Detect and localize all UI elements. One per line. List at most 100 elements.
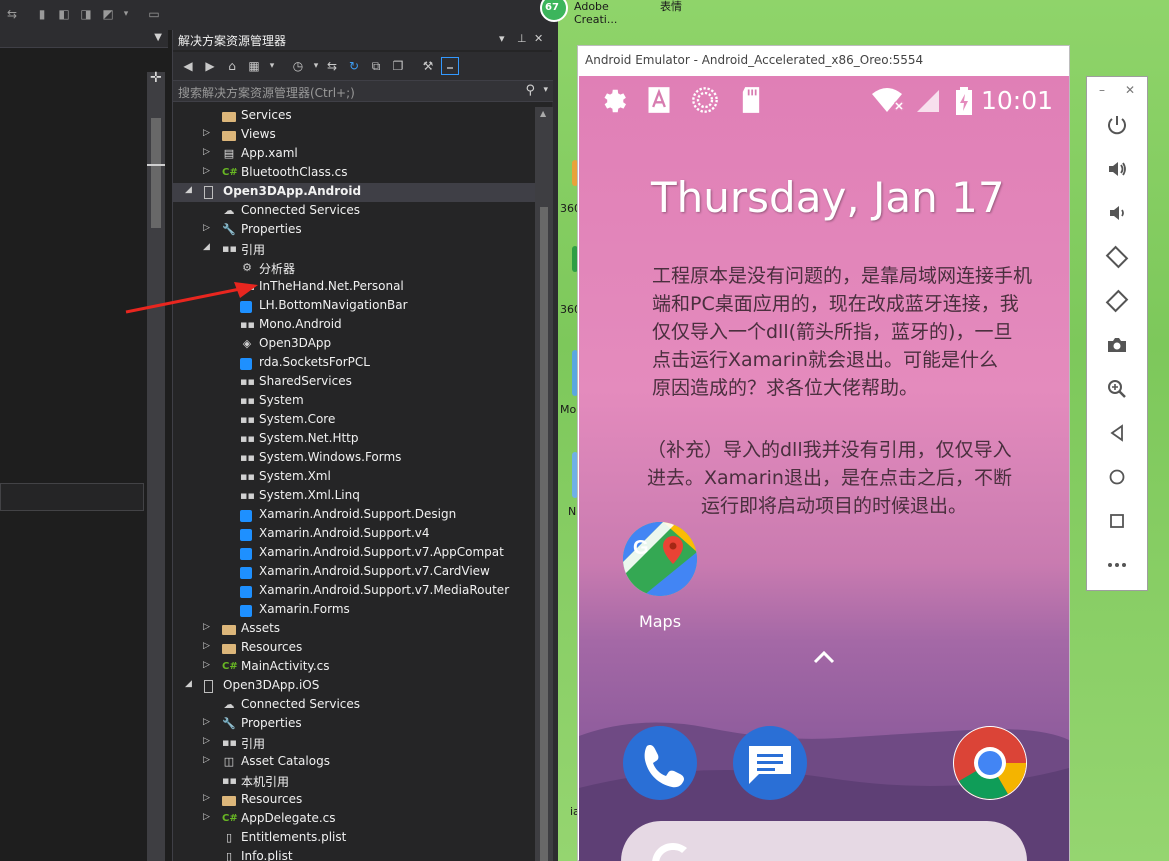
tree-item[interactable]: ▪▪ System.Net.Http <box>173 430 535 449</box>
chevron-down-icon[interactable]: ▾ <box>543 85 548 95</box>
expand-arrow-icon[interactable]: ▷ <box>203 641 213 651</box>
rotate-right-icon[interactable] <box>1105 289 1129 313</box>
tree-item[interactable]: ◢ Open3DApp.iOS <box>173 677 535 696</box>
sync-icon[interactable]: ⇆ <box>323 57 341 75</box>
tree-scrollbar[interactable]: ▲ <box>535 107 553 861</box>
chevron-down-icon[interactable]: ▼ <box>154 32 162 43</box>
expand-arrow-icon[interactable]: ▷ <box>203 223 213 233</box>
camera-icon[interactable] <box>1105 333 1129 357</box>
tree-item[interactable]: ▷ Resources <box>173 791 535 810</box>
collapse-arrow-icon[interactable]: ◢ <box>203 242 213 252</box>
home-icon[interactable]: ⌂ <box>223 57 241 75</box>
switch-views-icon[interactable]: ▦ <box>245 57 263 75</box>
desktop-icon-emoji[interactable]: 表情 <box>660 0 682 13</box>
home-icon[interactable] <box>1105 465 1129 489</box>
editor-scrollbar[interactable]: ✛ <box>147 70 165 861</box>
overview-icon[interactable] <box>1105 509 1129 533</box>
tree-item[interactable]: ▷ Resources <box>173 639 535 658</box>
bookmark-prev-icon[interactable]: ◧ <box>56 6 72 22</box>
desktop-icon-adobe[interactable]: Adobe Creati... <box>574 0 624 26</box>
toolbar-file-icon[interactable]: ▭ <box>146 6 162 22</box>
messages-app-icon[interactable] <box>733 726 807 800</box>
tree-item[interactable]: ▯ Info.plist <box>173 848 535 861</box>
collapse-arrow-icon[interactable]: ◢ <box>185 679 195 689</box>
expand-arrow-icon[interactable]: ▷ <box>203 128 213 138</box>
tree-item[interactable]: ☁ Connected Services <box>173 696 535 715</box>
show-all-files-icon[interactable]: ❐ <box>389 57 407 75</box>
tree-item[interactable]: ▷ C# MainActivity.cs <box>173 658 535 677</box>
expand-arrow-icon[interactable]: ▷ <box>203 812 213 822</box>
properties-icon[interactable]: ⚒ <box>419 57 437 75</box>
maps-app-icon[interactable]: G <box>623 522 697 596</box>
tree-item[interactable]: ▷ ◫ Asset Catalogs <box>173 753 535 772</box>
back-icon[interactable] <box>1105 421 1129 445</box>
split-icon[interactable]: ✛ <box>150 70 162 86</box>
solution-search-input[interactable]: 搜索解决方案资源管理器(Ctrl+;) ⚲ ▾ <box>173 80 553 102</box>
expand-arrow-icon[interactable]: ▷ <box>203 717 213 727</box>
minimize-icon[interactable]: – <box>1099 83 1105 97</box>
toolbar-overflow-icon[interactable]: ▾ <box>118 6 134 22</box>
tree-item[interactable]: ▷ C# BluetoothClass.cs <box>173 164 535 183</box>
tree-item[interactable]: ◢ Open3DApp.Android <box>173 183 535 202</box>
tree-item[interactable]: rda.SocketsForPCL <box>173 354 535 373</box>
expand-arrow-icon[interactable]: ▷ <box>203 660 213 670</box>
tree-item[interactable]: Xamarin.Android.Support.Design <box>173 506 535 525</box>
bookmark-next-icon[interactable]: ◨ <box>78 6 94 22</box>
chevron-down-icon[interactable]: ▾ <box>263 57 281 75</box>
rotate-left-icon[interactable] <box>1105 245 1129 269</box>
search-icon[interactable]: ⚲ <box>525 83 535 98</box>
expand-arrow-icon[interactable]: ▷ <box>203 736 213 746</box>
power-icon[interactable] <box>1105 113 1129 137</box>
tree-item[interactable]: ◢ ▪▪ 引用 <box>173 240 535 259</box>
scrollbar-thumb[interactable] <box>540 207 548 861</box>
tree-item[interactable]: ▪▪ System.Windows.Forms <box>173 449 535 468</box>
tree-item[interactable]: ▪▪ 本机引用 <box>173 772 535 791</box>
zoom-icon[interactable] <box>1105 377 1129 401</box>
preview-icon[interactable]: ⎯ <box>441 57 459 75</box>
close-icon[interactable]: ✕ <box>1125 83 1135 97</box>
expand-arrow-icon[interactable]: ▷ <box>203 166 213 176</box>
tree-item[interactable]: ▷ ▪▪ 引用 <box>173 734 535 753</box>
tree-item[interactable]: Xamarin.Forms <box>173 601 535 620</box>
app-drawer-chevron-icon[interactable] <box>812 646 836 670</box>
tree-item[interactable]: ▪▪ System <box>173 392 535 411</box>
refresh-icon[interactable]: ↻ <box>345 57 363 75</box>
tree-item[interactable]: ▷ ▤ App.xaml <box>173 145 535 164</box>
tree-item[interactable]: ▪▪ System.Xml <box>173 468 535 487</box>
tree-item[interactable]: ▷ Assets <box>173 620 535 639</box>
phone-app-icon[interactable] <box>623 726 697 800</box>
collapse-all-icon[interactable]: ⧉ <box>367 57 385 75</box>
panel-menu-icon[interactable]: ▾ <box>499 32 505 45</box>
tree-item[interactable]: ⚙ 分析器 <box>173 259 535 278</box>
tree-item[interactable]: ▷ 🔧 Properties <box>173 221 535 240</box>
bookmark-icon[interactable]: ▮ <box>34 6 50 22</box>
tree-item[interactable]: ▪▪ System.Xml.Linq <box>173 487 535 506</box>
find-box[interactable] <box>0 483 144 511</box>
volume-down-icon[interactable] <box>1105 201 1129 225</box>
chrome-app-icon[interactable] <box>953 726 1027 800</box>
tree-item[interactable]: Xamarin.Android.Support.v7.AppCompat <box>173 544 535 563</box>
tree-item[interactable]: ▯ Entitlements.plist <box>173 829 535 848</box>
bookmark-clear-icon[interactable]: ◩ <box>100 6 116 22</box>
tree-item[interactable]: ▪▪ System.Core <box>173 411 535 430</box>
scroll-up-icon[interactable]: ▲ <box>540 109 546 118</box>
pending-changes-filter-icon[interactable]: ◷ <box>289 57 307 75</box>
expand-arrow-icon[interactable]: ▷ <box>203 622 213 632</box>
tree-item[interactable]: ▪▪ SharedServices <box>173 373 535 392</box>
forward-icon[interactable]: ▶ <box>201 57 219 75</box>
expand-arrow-icon[interactable]: ▷ <box>203 147 213 157</box>
close-icon[interactable]: ✕ <box>534 32 543 45</box>
code-editor[interactable] <box>0 50 146 861</box>
scrollbar-thumb[interactable] <box>151 118 161 228</box>
tree-item[interactable]: Xamarin.Android.Support.v7.MediaRouter <box>173 582 535 601</box>
more-icon[interactable] <box>1105 553 1129 577</box>
back-icon[interactable]: ◀ <box>179 57 197 75</box>
tree-item[interactable]: ▷ C# AppDelegate.cs <box>173 810 535 829</box>
tree-item[interactable]: ▪▪ Mono.Android <box>173 316 535 335</box>
tree-item[interactable]: Xamarin.Android.Support.v7.CardView <box>173 563 535 582</box>
toolbar-icon[interactable]: ⇆ <box>4 6 20 22</box>
tree-item[interactable]: ▷ Views <box>173 126 535 145</box>
volume-up-icon[interactable] <box>1105 157 1129 181</box>
tree-item[interactable]: ☁ Connected Services <box>173 202 535 221</box>
android-lockscreen[interactable]: 10:01 Thursday, Jan 17 工程原本是没有问题的，是靠局域网连… <box>579 76 1069 861</box>
